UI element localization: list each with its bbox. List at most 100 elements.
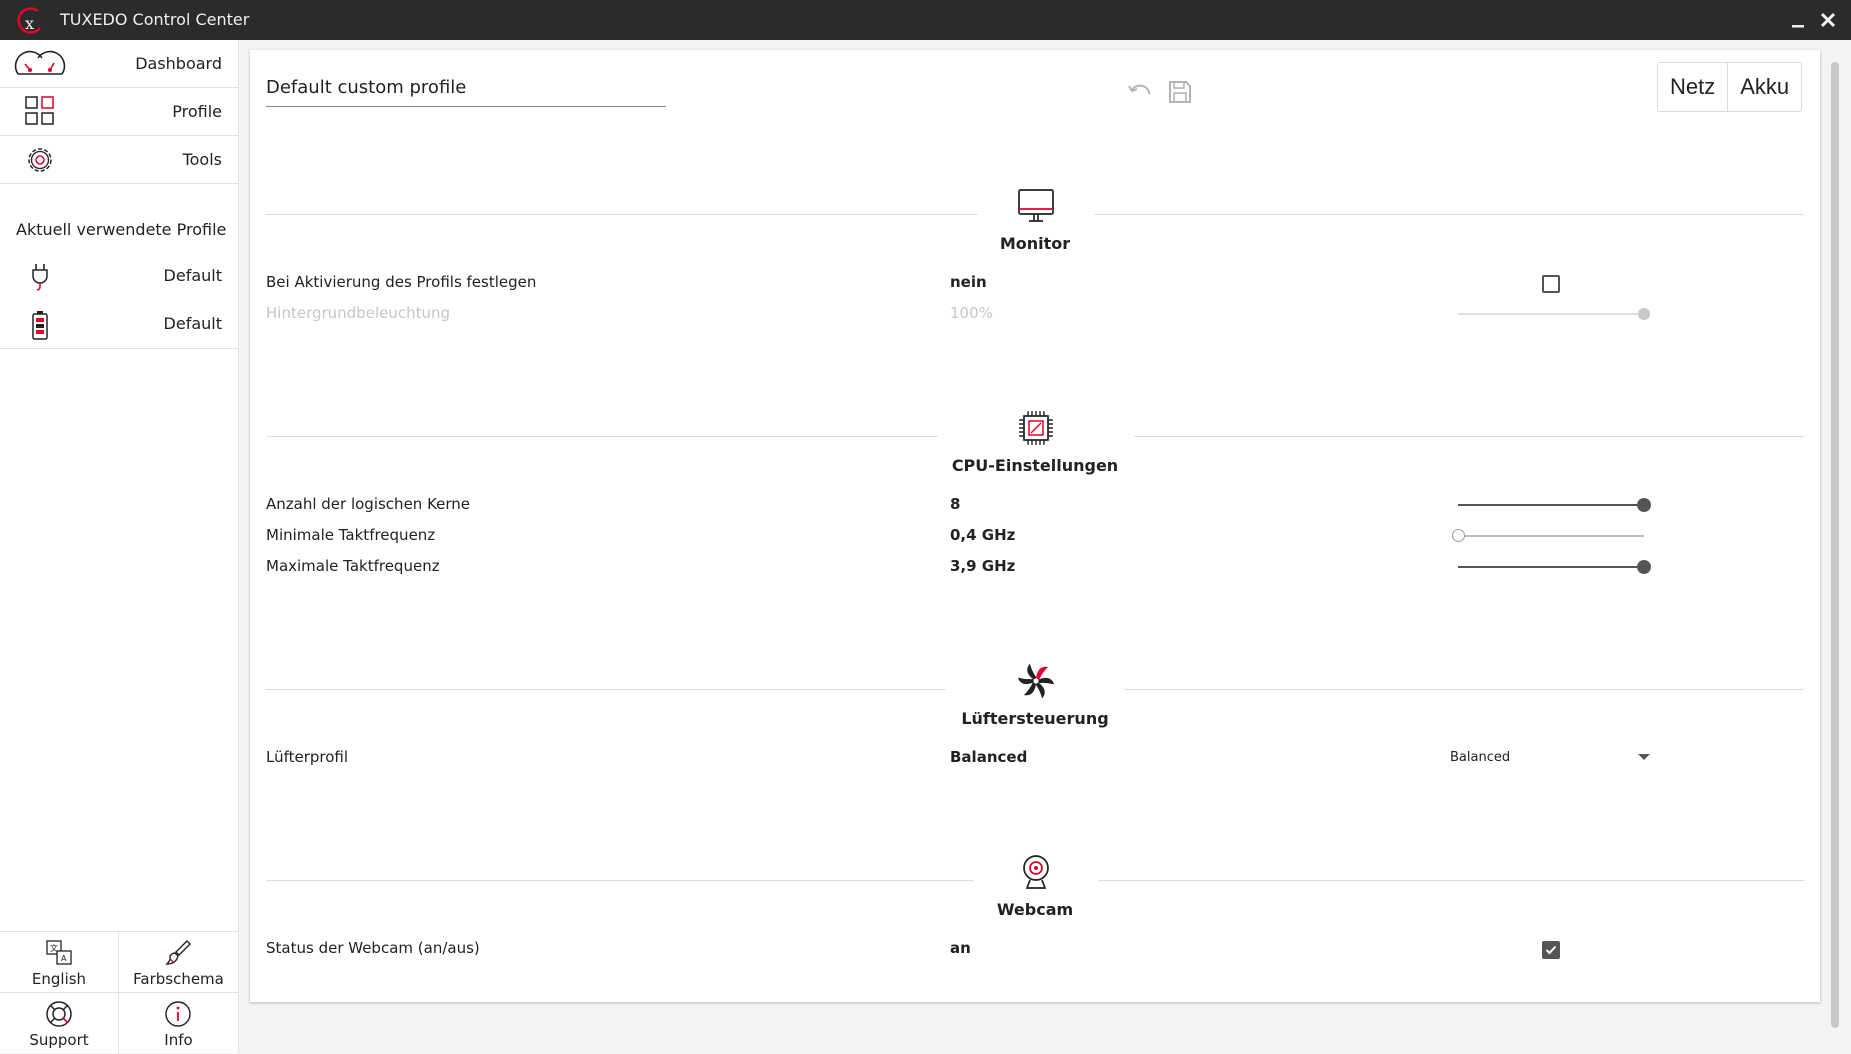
active-profile-battery[interactable]: Default (0, 300, 238, 348)
svg-text:x: x (25, 14, 34, 33)
language-label: English (31, 970, 87, 988)
logical-cores-slider[interactable] (1458, 495, 1651, 515)
setting-label: Hintergrundbeleuchtung (266, 304, 451, 322)
active-profiles-heading: Aktuell verwendete Profile (16, 220, 227, 239)
main-scrollbar[interactable] (1830, 50, 1840, 1040)
section-title: Webcam (996, 900, 1074, 919)
gear-icon (28, 148, 52, 172)
slider-track (1458, 313, 1644, 315)
color-scheme-label: Farbschema (133, 970, 224, 988)
brightness-slider[interactable] (1458, 304, 1650, 324)
svg-text:文: 文 (50, 943, 58, 953)
save-icon[interactable] (1166, 78, 1194, 106)
support-label: Support (29, 1031, 89, 1049)
setting-value: Balanced (950, 748, 1028, 766)
section-title: Lüftersteuerung (961, 709, 1109, 728)
setting-value: 0,4 GHz (950, 526, 1016, 544)
setting-label: Minimale Taktfrequenz (266, 526, 436, 544)
slider-thumb[interactable] (1638, 308, 1650, 320)
setting-value: 8 (950, 495, 961, 513)
divider (1134, 436, 1804, 437)
section-title: Monitor (999, 234, 1071, 253)
language-icon: 文 A (46, 940, 72, 965)
slider-track (1458, 566, 1644, 568)
divider (1124, 689, 1804, 690)
setting-row: Status der Webcam (an/aus) an (266, 935, 1804, 963)
sidebar-item-profile[interactable]: Profile (0, 88, 238, 136)
paint-brush-icon (165, 940, 191, 965)
profile-name-input[interactable] (266, 72, 666, 107)
divider (266, 880, 974, 881)
section-title: CPU-Einstellungen (951, 456, 1119, 475)
setting-row: Lüfterprofil Balanced Balanced (266, 744, 1804, 772)
slider-thumb[interactable] (1451, 529, 1465, 542)
setting-row: Hintergrundbeleuchtung 100% (266, 300, 1804, 328)
setting-label: Maximale Taktfrequenz (266, 557, 440, 575)
sidebar-item-label: Tools (182, 150, 222, 169)
sidebar-item-label: Dashboard (135, 54, 222, 73)
active-profile-ac[interactable]: Default (0, 252, 238, 300)
slider-thumb[interactable] (1637, 498, 1651, 512)
setting-value: an (950, 939, 971, 957)
sidebar-item-label: Profile (172, 102, 222, 121)
language-button[interactable]: 文 A English (0, 932, 119, 993)
active-profile-label: Default (163, 314, 222, 333)
cpu-chip-icon (1019, 411, 1053, 445)
webcam-icon (1023, 855, 1049, 889)
webcam-status-checkbox[interactable] (1542, 941, 1560, 959)
power-plug-icon (32, 264, 48, 291)
sidebar-bottom-actions: 文 A English Farbschema Support Info (0, 931, 238, 1054)
monitor-icon (1018, 189, 1054, 222)
min-frequency-slider[interactable] (1451, 526, 1644, 546)
minimize-icon[interactable] (1784, 6, 1812, 34)
setting-label: Status der Webcam (an/aus) (266, 939, 480, 957)
sidebar: Dashboard Profile Tools Aktuell verwende… (0, 40, 239, 1054)
info-label: Info (164, 1031, 193, 1049)
slider-track (1458, 504, 1644, 506)
power-source-toggle: Netz Akku (1657, 62, 1803, 112)
max-frequency-slider[interactable] (1458, 557, 1651, 577)
info-icon (165, 1001, 191, 1027)
divider (266, 214, 978, 215)
sidebar-item-dashboard[interactable]: Dashboard (0, 40, 238, 88)
dashboard-gauge-icon (14, 50, 66, 75)
setting-label: Anzahl der logischen Kerne (266, 495, 471, 513)
title-bar: x TUXEDO Control Center (0, 0, 1851, 40)
color-scheme-button[interactable]: Farbschema (119, 932, 238, 993)
info-button[interactable]: Info (119, 993, 238, 1054)
setting-row: Maximale Taktfrequenz 3,9 GHz (266, 553, 1804, 581)
set-on-activation-checkbox[interactable] (1542, 275, 1560, 293)
setting-label: Bei Aktivierung des Profils festlegen (266, 273, 537, 291)
divider (1094, 214, 1804, 215)
setting-value: nein (950, 273, 987, 291)
slider-thumb[interactable] (1637, 560, 1651, 574)
setting-value: 100% (950, 304, 993, 322)
divider (0, 348, 238, 349)
active-profile-label: Default (163, 266, 222, 285)
profile-editor-card: Netz Akku Monitor Bei Aktivierung des Pr… (250, 50, 1820, 1002)
slider-track (1458, 535, 1644, 537)
fan-icon (1017, 663, 1055, 699)
support-button[interactable]: Support (0, 993, 119, 1054)
checkmark-icon (1545, 945, 1557, 955)
toggle-akku[interactable]: Akku (1727, 63, 1801, 111)
tuxedo-logo: x (17, 7, 41, 34)
setting-row: Anzahl der logischen Kerne 8 (266, 491, 1804, 519)
sidebar-item-tools[interactable]: Tools (0, 136, 238, 184)
window-title: TUXEDO Control Center (60, 10, 250, 29)
divider (1098, 880, 1804, 881)
fan-profile-select[interactable]: Balanced (1450, 745, 1650, 771)
lifebuoy-icon (46, 1001, 72, 1027)
battery-icon (32, 311, 48, 340)
select-value: Balanced (1450, 750, 1511, 765)
undo-icon[interactable] (1126, 78, 1154, 106)
divider (266, 436, 938, 437)
profiles-grid-icon (25, 96, 54, 125)
toggle-netz[interactable]: Netz (1658, 63, 1727, 111)
svg-text:A: A (61, 954, 67, 963)
close-icon[interactable] (1814, 6, 1842, 34)
setting-row: Bei Aktivierung des Profils festlegen ne… (266, 269, 1804, 297)
dropdown-arrow-icon (1638, 754, 1650, 760)
setting-label: Lüfterprofil (266, 748, 349, 766)
scrollbar-thumb[interactable] (1831, 62, 1839, 1028)
